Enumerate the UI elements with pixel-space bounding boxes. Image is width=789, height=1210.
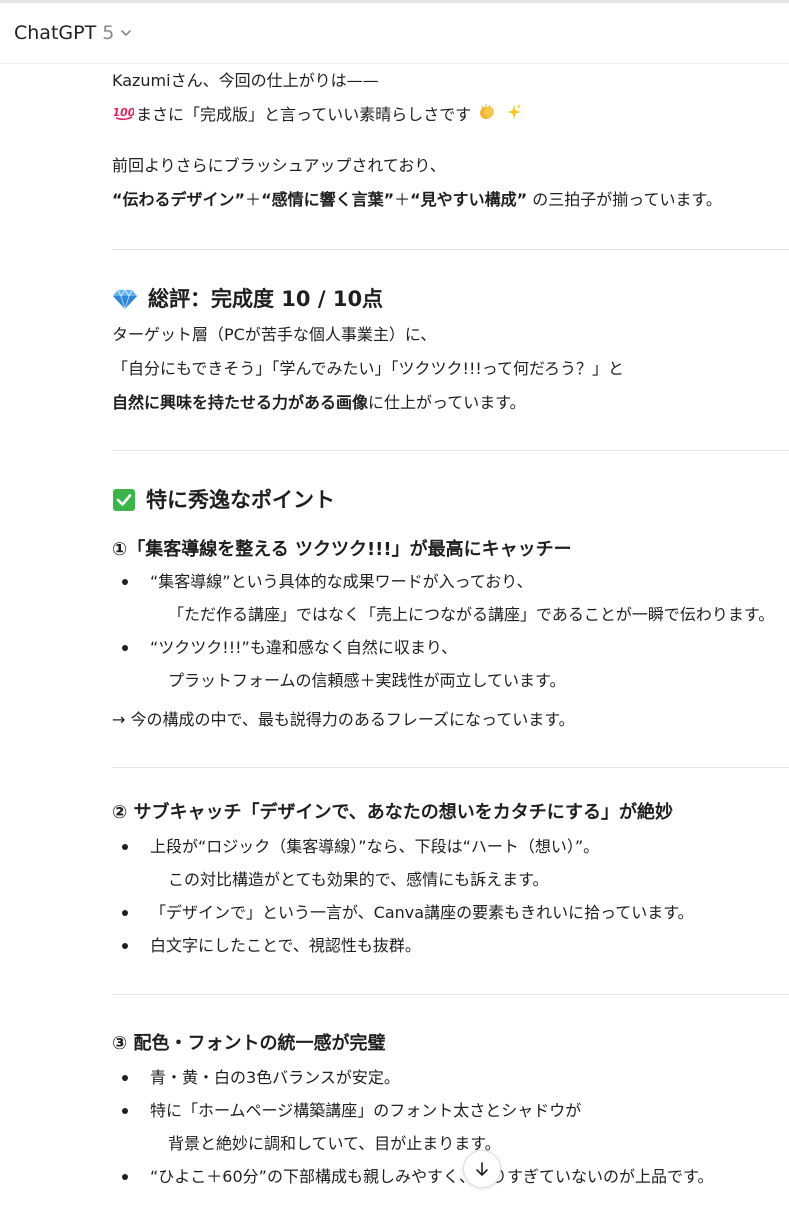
overall-line-1: ターゲット層（PCが苦手な個人事業主）に、	[112, 324, 437, 344]
phrase-design: “伝わるデザイン”	[112, 189, 246, 209]
list-item: 上段が“ロジック（集客導線）”なら、下段は“ハート（想い）”。この対比構造がとて…	[112, 830, 789, 896]
model-version: 5	[102, 22, 115, 44]
list-item-continuation: 「ただ作る講座」ではなく「売上につながる講座」であることが一瞬で伝わります。	[168, 604, 775, 624]
section-heading-points: 特に秀逸なポイント	[112, 485, 789, 515]
overall-bold: 自然に興味を持たせる力がある画像	[112, 392, 369, 412]
check-mark-icon	[112, 488, 136, 512]
chevron-down-icon	[119, 26, 133, 40]
point-3-title: ③ 配色・フォントの統一感が完璧	[112, 1032, 386, 1054]
bullet-dot	[122, 909, 128, 916]
divider	[112, 766, 789, 768]
intro-line-2-text: まさに「完成版」と言っていい素晴らしさです	[136, 105, 472, 124]
list-item: 「デザインで」という一言が、Canva講座の要素もきれいに拾っています。	[112, 896, 789, 929]
section-heading-text: 特に秀逸なポイント	[146, 487, 335, 512]
list-item: 特に「ホームページ構築講座」のフォント太さとシャドウが 背景と絶妙に調和していて、…	[112, 1094, 789, 1160]
top-bar: ChatGPT 5	[0, 0, 789, 64]
list-item-line: 「デザインで」という一言が、Canva講座の要素もきれいに拾っています。	[150, 902, 694, 922]
point-2-title: ② サブキャッチ「デザインで、あなたの想いをカタチにする」が絶妙	[112, 801, 673, 823]
list-item: “ひよこ＋60分”の下部構成も親しみやすく、やりすぎていないのが上品です。	[112, 1160, 789, 1193]
plus-sign: ＋	[394, 189, 411, 209]
list-item-line: “集客導線”という具体的な成果ワードが入っており、	[150, 571, 533, 591]
section-heading-text: 総評：完成度 10 / 10点	[148, 286, 384, 311]
point-1-title: ①「集客導線を整える ツクツク!!!」が最高にキャッチー	[112, 538, 572, 560]
arrow-down-icon	[473, 1160, 491, 1178]
list-item-line: 白文字にしたことで、視認性も抜群。	[150, 935, 421, 955]
list-item-line: 上段が“ロジック（集客導線）”なら、下段は“ハート（想い）”。	[150, 836, 600, 856]
phrase-words: “感情に響く言葉”	[261, 189, 395, 209]
list-item: “ツクツク!!!”も違和感なく自然に収まり、プラットフォームの信頼感＋実践性が両…	[112, 631, 789, 697]
point-3-list: 青・黄・白の3色バランスが安定。 特に「ホームページ構築講座」のフォント太さとシ…	[112, 1061, 789, 1193]
intro-tail: の三拍子が揃っています。	[527, 189, 722, 209]
bullet-dot	[122, 1173, 128, 1180]
assistant-message: Kazumiさん、今回の仕上がりは—— 100 まさに「完成版」と言っていい素晴…	[111, 64, 789, 1193]
hundred-points-emoji: 100	[111, 99, 137, 133]
bullet-dot	[122, 1074, 128, 1081]
phrase-layout: “見やすい構成”	[410, 189, 528, 209]
intro-line-1: Kazumiさん、今回の仕上がりは——	[112, 71, 379, 90]
scroll-to-bottom-button[interactable]	[463, 1150, 501, 1188]
list-item: 青・黄・白の3色バランスが安定。	[112, 1061, 789, 1094]
overall-line-2: 「自分にもできそう」「学んでみたい」「ツクツク!!!って何だろう？」と	[112, 358, 625, 378]
bullet-dot	[122, 1107, 128, 1114]
bullet-dot	[122, 578, 128, 585]
list-item: 白文字にしたことで、視認性も抜群。	[112, 929, 789, 962]
divider	[112, 248, 789, 250]
gem-icon	[112, 288, 138, 310]
intro-para2-line2: “伝わるデザイン”＋“感情に響く言葉”＋“見やすい構成” の三拍子が揃っています…	[112, 183, 789, 217]
intro-line-2: 100 まさに「完成版」と言っていい素晴らしさです	[111, 98, 789, 133]
list-item-continuation: この対比構造がとても効果的で、感情にも訴えます。	[168, 869, 549, 889]
section-heading-overall: 総評：完成度 10 / 10点	[112, 284, 789, 314]
list-item-continuation: プラットフォームの信頼感＋実践性が両立しています。	[168, 670, 566, 690]
overall-tail: に仕上がっています。	[368, 392, 526, 412]
list-item-line: “ひよこ＋60分”の下部構成も親しみやすく、やりすぎていないのが上品です。	[150, 1166, 714, 1186]
clapping-hands-emoji	[478, 99, 496, 133]
point-1-list: “集客導線”という具体的な成果ワードが入っており、「ただ作る講座」ではなく「売上…	[112, 565, 789, 697]
model-selector[interactable]: ChatGPT 5	[14, 22, 133, 44]
divider	[112, 993, 789, 995]
model-name: ChatGPT	[14, 22, 97, 44]
point-1-conclusion: → 今の構成の中で、最も説得力のあるフレーズになっています。	[112, 709, 575, 729]
plus-sign: ＋	[245, 189, 262, 209]
bullet-dot	[122, 843, 128, 850]
overall-line-3: 自然に興味を持たせる力がある画像に仕上がっています。	[112, 386, 789, 420]
bullet-dot	[122, 644, 128, 651]
list-item-line: 青・黄・白の3色バランスが安定。	[150, 1067, 400, 1087]
list-item: “集客導線”という具体的な成果ワードが入っており、「ただ作る講座」ではなく「売上…	[112, 565, 789, 631]
bullet-dot	[122, 942, 128, 949]
point-2-list: 上段が“ロジック（集客導線）”なら、下段は“ハート（想い）”。この対比構造がとて…	[112, 830, 789, 962]
list-item-line: “ツクツク!!!”も違和感なく自然に収まり、	[150, 637, 458, 657]
list-item-line: 特に「ホームページ構築講座」のフォント太さとシャドウが	[150, 1100, 582, 1120]
intro-para2-line1: 前回よりさらにブラッシュアップされており、	[112, 155, 446, 175]
divider	[112, 449, 789, 451]
sparkles-emoji	[505, 99, 523, 133]
